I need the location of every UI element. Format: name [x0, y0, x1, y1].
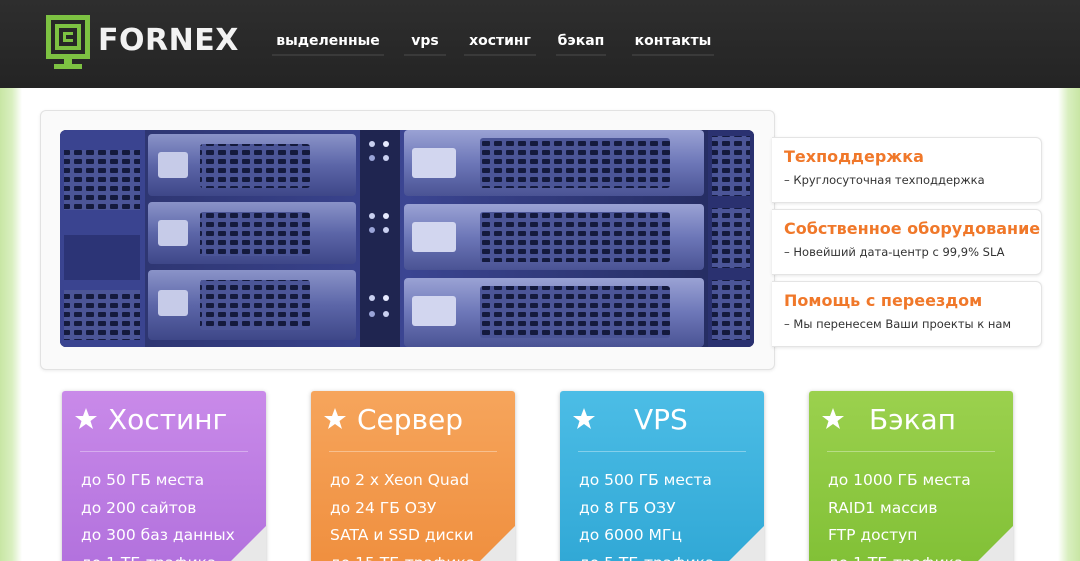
- nav-item-backup[interactable]: бэкап: [556, 28, 606, 56]
- plan-feature: до 200 сайтов: [81, 498, 197, 517]
- plan-feature: SATA и SSD диски: [330, 526, 474, 544]
- feature-support[interactable]: Техподдержка – Круглосуточная техподдерж…: [772, 137, 1042, 203]
- star-icon: [324, 408, 346, 429]
- plan-feature: до 6000 МГц: [579, 526, 682, 544]
- feature-title: Собственное оборудование: [784, 219, 1041, 238]
- star-icon: [573, 408, 595, 429]
- feature-own-hardware[interactable]: Собственное оборудование – Новейший дата…: [772, 209, 1042, 275]
- plan-features: до 50 ГБ места до 200 сайтов до 300 баз …: [81, 467, 235, 561]
- plan-feature: до 1 ТБ трафика: [81, 550, 235, 561]
- nav-item-vps[interactable]: vps: [404, 28, 446, 56]
- plan-title: Сервер: [357, 403, 464, 436]
- plan-title: VPS: [634, 403, 688, 436]
- plan-card-vps[interactable]: VPS до 500 ГБ места до 8 ГБ ОЗУ до 6000 …: [560, 391, 764, 561]
- plan-feature: до 300 баз данных: [81, 526, 235, 544]
- plan-features: до 1000 ГБ места RAID1 массив FTP доступ…: [828, 467, 971, 561]
- divider: [578, 451, 746, 452]
- server-rack-illustration: [60, 130, 754, 347]
- star-icon: [822, 408, 844, 429]
- star-icon: [75, 408, 97, 429]
- site-header: FORNEX выделенные vps хостинг бэкап конт…: [0, 0, 1080, 88]
- feature-title: Помощь с переездом: [784, 291, 983, 310]
- plan-feature: до 8 ГБ ОЗУ: [579, 498, 676, 517]
- plan-feature: до 1000 ГБ места: [828, 471, 971, 489]
- plan-feature: до 24 ГБ ОЗУ: [330, 498, 437, 517]
- plan-title: Хостинг: [108, 403, 228, 436]
- plan-feature: до 15 ТБ трафика: [330, 550, 475, 561]
- banner-frame: [40, 110, 775, 370]
- plan-feature: FTP доступ: [828, 526, 918, 544]
- plan-feature: до 50 ГБ места: [81, 471, 205, 489]
- logo[interactable]: FORNEX: [44, 13, 244, 71]
- plan-card-hosting[interactable]: Хостинг до 50 ГБ места до 200 сайтов до …: [62, 391, 266, 561]
- plan-feature: до 2 x Xeon Quad: [330, 471, 470, 489]
- divider: [80, 451, 248, 452]
- feature-subtitle: – Круглосуточная техподдержка: [784, 173, 985, 187]
- feature-migration-help[interactable]: Помощь с переездом – Мы перенесем Ваши п…: [772, 281, 1042, 347]
- nav-item-contacts[interactable]: контакты: [632, 28, 714, 56]
- plan-feature: до 1 ТБ трафика: [828, 550, 971, 561]
- logo-text: FORNEX: [98, 23, 239, 58]
- nav-item-hosting[interactable]: хостинг: [464, 28, 536, 56]
- plan-title: Бэкап: [869, 403, 956, 436]
- feature-subtitle: – Мы перенесем Ваши проекты к нам: [784, 317, 1012, 331]
- plan-card-backup[interactable]: Бэкап до 1000 ГБ места RAID1 массив FTP …: [809, 391, 1013, 561]
- feature-subtitle: – Новейший дата-центр с 99,9% SLA: [784, 245, 1005, 259]
- plan-feature: до 5 ТБ трафика: [579, 550, 715, 561]
- plan-card-server[interactable]: Сервер до 2 x Xeon Quad до 24 ГБ ОЗУ SAT…: [311, 391, 515, 561]
- feature-title: Техподдержка: [784, 147, 924, 166]
- plan-features: до 2 x Xeon Quad до 24 ГБ ОЗУ SATA и SSD…: [330, 467, 475, 561]
- fornex-logo-icon: [46, 15, 90, 69]
- nav-item-dedicated[interactable]: выделенные: [272, 28, 384, 56]
- divider: [329, 451, 497, 452]
- plan-features: до 500 ГБ места до 8 ГБ ОЗУ до 6000 МГц …: [579, 467, 715, 561]
- server-rack-image: [60, 130, 754, 347]
- plan-feature: RAID1 массив: [828, 498, 938, 517]
- divider: [827, 451, 995, 452]
- plan-feature: до 500 ГБ места: [579, 471, 712, 489]
